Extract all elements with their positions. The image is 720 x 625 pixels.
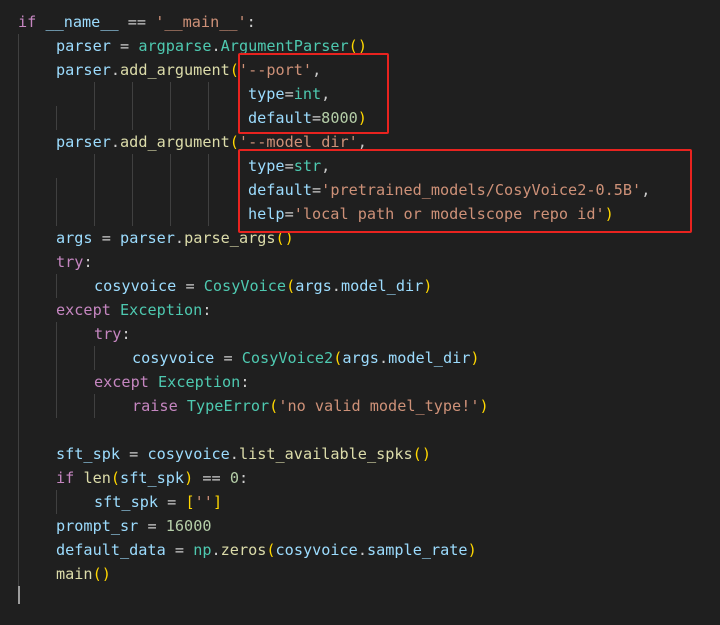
indent-guide xyxy=(56,178,57,226)
code-line[interactable]: cosyvoice = CosyVoice(args.model_dir) xyxy=(94,274,432,298)
keyword: try xyxy=(94,325,122,343)
string-literal: '' xyxy=(194,493,213,511)
string-literal: 'no valid model_type!' xyxy=(278,397,480,415)
string-literal: '__main__' xyxy=(155,13,247,31)
code-line[interactable]: raise TypeError('no valid model_type!') xyxy=(132,394,489,418)
keyword: try xyxy=(56,253,84,271)
keyword: raise xyxy=(132,397,178,415)
highlight-box-model-dir-args xyxy=(238,149,692,233)
indent-guide xyxy=(56,490,57,514)
keyword: if xyxy=(56,469,75,487)
code-line[interactable]: sft_spk = cosyvoice.list_available_spks(… xyxy=(56,442,431,466)
identifier: __name__ xyxy=(45,13,119,31)
indent-guide xyxy=(94,82,95,130)
code-line[interactable]: prompt_sr = 16000 xyxy=(56,514,211,538)
code-line[interactable]: if __name__ == '__main__': xyxy=(18,10,256,34)
code-editor[interactable]: if __name__ == '__main__': parser = argp… xyxy=(0,0,720,625)
indent-guide xyxy=(94,346,95,370)
text-cursor xyxy=(18,586,20,604)
indent-guide xyxy=(208,154,209,226)
indent-guide xyxy=(56,274,57,298)
indent-guide xyxy=(208,82,209,130)
code-line[interactable]: try: xyxy=(56,250,93,274)
indent-guide xyxy=(170,154,171,226)
keyword: if xyxy=(18,13,37,31)
indent-guide xyxy=(132,154,133,226)
code-line[interactable]: main() xyxy=(56,562,111,586)
indent-guide xyxy=(18,34,19,604)
code-line[interactable]: except Exception: xyxy=(56,298,211,322)
indent-guide xyxy=(132,82,133,130)
indent-guide xyxy=(56,106,57,130)
indent-guide xyxy=(170,82,171,130)
code-line[interactable]: cosyvoice = CosyVoice2(args.model_dir) xyxy=(132,346,480,370)
code-line[interactable]: sft_spk = [''] xyxy=(94,490,222,514)
indent-guide xyxy=(94,394,95,418)
code-line[interactable]: default_data = np.zeros(cosyvoice.sample… xyxy=(56,538,477,562)
keyword: except xyxy=(94,373,149,391)
keyword: except xyxy=(56,301,111,319)
code-line[interactable]: try: xyxy=(94,322,131,346)
indent-guide xyxy=(94,154,95,226)
indent-guide xyxy=(56,322,57,418)
highlight-box-port-args xyxy=(238,53,389,134)
code-line[interactable]: if len(sft_spk) == 0: xyxy=(56,466,248,490)
code-line[interactable]: except Exception: xyxy=(94,370,249,394)
